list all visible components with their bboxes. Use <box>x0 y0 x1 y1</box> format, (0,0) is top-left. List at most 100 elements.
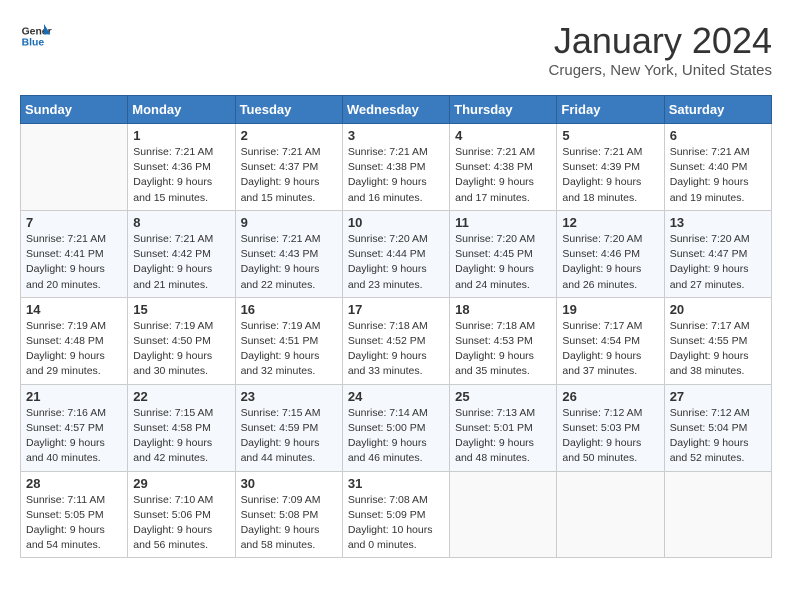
table-row: 11 Sunrise: 7:20 AM Sunset: 4:45 PM Dayli… <box>450 210 557 297</box>
calendar-week-row: 21 Sunrise: 7:16 AM Sunset: 4:57 PM Dayli… <box>21 384 772 471</box>
table-row: 9 Sunrise: 7:21 AM Sunset: 4:43 PM Daylig… <box>235 210 342 297</box>
table-row: 3 Sunrise: 7:21 AM Sunset: 4:38 PM Daylig… <box>342 124 449 211</box>
table-row: 5 Sunrise: 7:21 AM Sunset: 4:39 PM Daylig… <box>557 124 664 211</box>
day-info: Sunrise: 7:16 AM Sunset: 4:57 PM Dayligh… <box>26 406 122 467</box>
day-number: 4 <box>455 128 551 143</box>
day-info: Sunrise: 7:14 AM Sunset: 5:00 PM Dayligh… <box>348 406 444 467</box>
day-number: 28 <box>26 476 122 491</box>
day-number: 26 <box>562 389 658 404</box>
table-row: 31Sunrise: 7:08 AM Sunset: 5:09 PM Dayli… <box>342 471 449 558</box>
header-thursday: Thursday <box>450 96 557 124</box>
logo: General Blue <box>20 20 52 52</box>
day-number: 15 <box>133 302 229 317</box>
table-row: 22Sunrise: 7:15 AM Sunset: 4:58 PM Dayli… <box>128 384 235 471</box>
table-row: 19 Sunrise: 7:17 AM Sunset: 4:54 PM Dayli… <box>557 297 664 384</box>
calendar-week-row: 28 Sunrise: 7:11 AM Sunset: 5:05 PM Dayli… <box>21 471 772 558</box>
day-number: 8 <box>133 215 229 230</box>
table-row: 7 Sunrise: 7:21 AM Sunset: 4:41 PM Daylig… <box>21 210 128 297</box>
day-info: Sunrise: 7:21 AM Sunset: 4:41 PM Dayligh… <box>26 232 122 293</box>
day-info: Sunrise: 7:17 AM Sunset: 4:55 PM Dayligh… <box>670 319 766 380</box>
table-row <box>21 124 128 211</box>
day-info: Sunrise: 7:12 AM Sunset: 5:03 PM Dayligh… <box>562 406 658 467</box>
day-number: 9 <box>241 215 337 230</box>
day-info: Sunrise: 7:21 AM Sunset: 4:40 PM Dayligh… <box>670 145 766 206</box>
day-info: Sunrise: 7:20 AM Sunset: 4:46 PM Dayligh… <box>562 232 658 293</box>
day-info: Sunrise: 7:19 AM Sunset: 4:50 PM Dayligh… <box>133 319 229 380</box>
table-row: 29Sunrise: 7:10 AM Sunset: 5:06 PM Dayli… <box>128 471 235 558</box>
day-number: 7 <box>26 215 122 230</box>
calendar-table: Sunday Monday Tuesday Wednesday Thursday… <box>20 95 772 558</box>
table-row: 17 Sunrise: 7:18 AM Sunset: 4:52 PM Dayli… <box>342 297 449 384</box>
day-number: 1 <box>133 128 229 143</box>
day-number: 13 <box>670 215 766 230</box>
table-row: 27 Sunrise: 7:12 AM Sunset: 5:04 PM Dayli… <box>664 384 771 471</box>
day-info: Sunrise: 7:11 AM Sunset: 5:05 PM Dayligh… <box>26 493 122 554</box>
header-sunday: Sunday <box>21 96 128 124</box>
header-friday: Friday <box>557 96 664 124</box>
calendar-subtitle: Crugers, New York, United States <box>549 62 772 79</box>
day-info: Sunrise: 7:21 AM Sunset: 4:37 PM Dayligh… <box>241 145 337 206</box>
day-number: 23 <box>241 389 337 404</box>
day-number: 5 <box>562 128 658 143</box>
table-row: 21 Sunrise: 7:16 AM Sunset: 4:57 PM Dayli… <box>21 384 128 471</box>
day-info: Sunrise: 7:20 AM Sunset: 4:47 PM Dayligh… <box>670 232 766 293</box>
day-info: Sunrise: 7:21 AM Sunset: 4:36 PM Dayligh… <box>133 145 229 206</box>
day-number: 6 <box>670 128 766 143</box>
table-row: 14Sunrise: 7:19 AM Sunset: 4:48 PM Dayli… <box>21 297 128 384</box>
header-monday: Monday <box>128 96 235 124</box>
day-info: Sunrise: 7:21 AM Sunset: 4:38 PM Dayligh… <box>348 145 444 206</box>
header-wednesday: Wednesday <box>342 96 449 124</box>
logo-icon: General Blue <box>20 20 52 52</box>
day-info: Sunrise: 7:19 AM Sunset: 4:48 PM Dayligh… <box>26 319 122 380</box>
table-row: 20Sunrise: 7:17 AM Sunset: 4:55 PM Dayli… <box>664 297 771 384</box>
table-row: 23Sunrise: 7:15 AM Sunset: 4:59 PM Dayli… <box>235 384 342 471</box>
table-row: 10Sunrise: 7:20 AM Sunset: 4:44 PM Dayli… <box>342 210 449 297</box>
table-row: 26 Sunrise: 7:12 AM Sunset: 5:03 PM Dayli… <box>557 384 664 471</box>
calendar-week-row: 7 Sunrise: 7:21 AM Sunset: 4:41 PM Daylig… <box>21 210 772 297</box>
header-saturday: Saturday <box>664 96 771 124</box>
day-number: 29 <box>133 476 229 491</box>
calendar-week-row: 1 Sunrise: 7:21 AM Sunset: 4:36 PM Daylig… <box>21 124 772 211</box>
day-info: Sunrise: 7:21 AM Sunset: 4:39 PM Dayligh… <box>562 145 658 206</box>
day-number: 21 <box>26 389 122 404</box>
day-info: Sunrise: 7:18 AM Sunset: 4:52 PM Dayligh… <box>348 319 444 380</box>
table-row: 18Sunrise: 7:18 AM Sunset: 4:53 PM Dayli… <box>450 297 557 384</box>
day-number: 3 <box>348 128 444 143</box>
table-row: 28 Sunrise: 7:11 AM Sunset: 5:05 PM Dayli… <box>21 471 128 558</box>
table-row: 16 Sunrise: 7:19 AM Sunset: 4:51 PM Dayli… <box>235 297 342 384</box>
table-row: 30 Sunrise: 7:09 AM Sunset: 5:08 PM Dayli… <box>235 471 342 558</box>
day-info: Sunrise: 7:20 AM Sunset: 4:45 PM Dayligh… <box>455 232 551 293</box>
day-info: Sunrise: 7:15 AM Sunset: 4:58 PM Dayligh… <box>133 406 229 467</box>
table-row <box>664 471 771 558</box>
table-row: 6 Sunrise: 7:21 AM Sunset: 4:40 PM Daylig… <box>664 124 771 211</box>
day-number: 30 <box>241 476 337 491</box>
day-info: Sunrise: 7:09 AM Sunset: 5:08 PM Dayligh… <box>241 493 337 554</box>
day-number: 11 <box>455 215 551 230</box>
calendar-header-row: Sunday Monday Tuesday Wednesday Thursday… <box>21 96 772 124</box>
day-number: 12 <box>562 215 658 230</box>
day-info: Sunrise: 7:21 AM Sunset: 4:42 PM Dayligh… <box>133 232 229 293</box>
day-info: Sunrise: 7:21 AM Sunset: 4:43 PM Dayligh… <box>241 232 337 293</box>
table-row <box>450 471 557 558</box>
table-row: 13 Sunrise: 7:20 AM Sunset: 4:47 PM Dayli… <box>664 210 771 297</box>
day-number: 16 <box>241 302 337 317</box>
day-info: Sunrise: 7:12 AM Sunset: 5:04 PM Dayligh… <box>670 406 766 467</box>
title-block: January 2024 Crugers, New York, United S… <box>549 20 772 79</box>
day-info: Sunrise: 7:20 AM Sunset: 4:44 PM Dayligh… <box>348 232 444 293</box>
calendar-title: January 2024 <box>549 20 772 62</box>
table-row: 12 Sunrise: 7:20 AM Sunset: 4:46 PM Dayli… <box>557 210 664 297</box>
day-number: 19 <box>562 302 658 317</box>
day-info: Sunrise: 7:13 AM Sunset: 5:01 PM Dayligh… <box>455 406 551 467</box>
day-number: 17 <box>348 302 444 317</box>
table-row: 24Sunrise: 7:14 AM Sunset: 5:00 PM Dayli… <box>342 384 449 471</box>
header-tuesday: Tuesday <box>235 96 342 124</box>
day-number: 2 <box>241 128 337 143</box>
table-row: 25Sunrise: 7:13 AM Sunset: 5:01 PM Dayli… <box>450 384 557 471</box>
table-row: 1 Sunrise: 7:21 AM Sunset: 4:36 PM Daylig… <box>128 124 235 211</box>
day-info: Sunrise: 7:17 AM Sunset: 4:54 PM Dayligh… <box>562 319 658 380</box>
day-info: Sunrise: 7:19 AM Sunset: 4:51 PM Dayligh… <box>241 319 337 380</box>
day-number: 27 <box>670 389 766 404</box>
day-number: 18 <box>455 302 551 317</box>
day-number: 31 <box>348 476 444 491</box>
table-row: 15 Sunrise: 7:19 AM Sunset: 4:50 PM Dayli… <box>128 297 235 384</box>
